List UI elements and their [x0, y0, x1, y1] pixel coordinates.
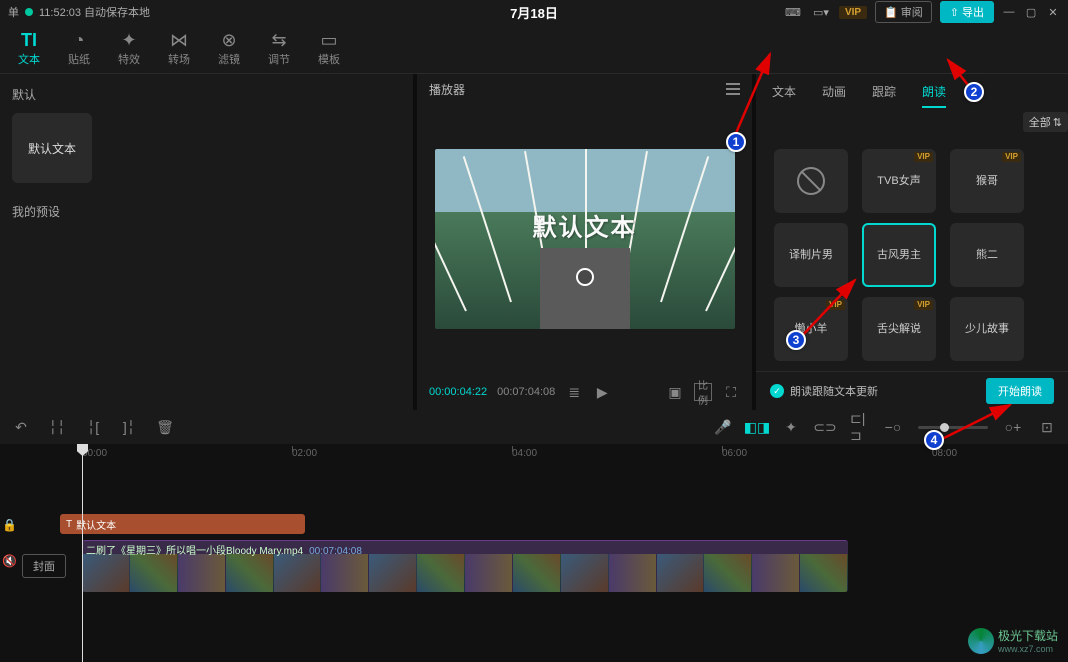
voice-narrator[interactable]: VIP舌尖解说 [862, 297, 936, 361]
default-section-label: 默认 [12, 86, 401, 103]
video-clip[interactable]: 二刷了《星期三》所以唱一小段Bloody Mary.mp400:07:04:08 [82, 540, 848, 592]
delete-icon[interactable]: 🗑 [156, 418, 174, 436]
maximize-icon[interactable]: ▢ [1024, 5, 1038, 19]
duration: 00:07:04:08 [497, 386, 555, 398]
player-controls: 00:00:04:22 00:07:04:08 ≣ ▶ ▣ 比例 ⛶ [417, 374, 752, 410]
player-menu-icon[interactable] [726, 83, 740, 95]
tab-read-aloud[interactable]: 朗读 [922, 83, 946, 100]
asset-toolbar: TI文本 ◔贴纸 ✦特效 ⋈转场 ⊗滤镜 ⇆调节 ▭模板 [0, 24, 1068, 74]
follow-text-checkbox[interactable]: ✓ 朗读跟随文本更新 [770, 383, 878, 399]
export-button[interactable]: ⇧ 导出 [940, 1, 994, 23]
check-icon: ✓ [770, 384, 784, 398]
annotation-1: 1 [726, 132, 746, 152]
filter-icon: ⇅ [1053, 116, 1062, 129]
voice-bear2[interactable]: 熊二 [950, 223, 1024, 287]
voice-ancient-male[interactable]: 古风男主 [862, 223, 936, 287]
undo-icon[interactable]: ↶ [12, 418, 30, 436]
player-viewport[interactable]: 默认文本 [417, 104, 752, 374]
layout-icon[interactable]: ▭▾ [811, 4, 831, 20]
timeline-ruler[interactable]: 00:00 02:00 04:00 06:00 08:00 [0, 444, 1068, 468]
zoom-in-icon[interactable]: ○+ [1004, 418, 1022, 436]
default-text-preset[interactable]: 默认文本 [12, 113, 92, 183]
ruler-tick: 02:00 [292, 448, 317, 459]
text-clip-icon: T [66, 519, 72, 530]
snapshot-icon[interactable]: ▣ [666, 383, 684, 401]
player-panel: 播放器 默认文本 00:00:04:22 00: [417, 74, 752, 410]
autosave-label: 11:52:03 自动保存本地 [39, 4, 150, 20]
vip-tag-icon: VIP [914, 152, 933, 162]
inspector-tabs: 文本 动画 跟踪 朗读 [756, 74, 1068, 109]
watermark-logo-icon [968, 628, 994, 654]
play-button[interactable]: ▶ [593, 383, 611, 401]
vip-tag-icon: VIP [914, 300, 933, 310]
vip-tag-icon: VIP [826, 300, 845, 310]
inspector-panel: 文本 动画 跟踪 朗读 全部 ⇅ VIPTVB女声 VIP猴哥 译制片男 古风男… [756, 74, 1068, 410]
annotation-4: 4 [924, 430, 944, 450]
link-icon[interactable]: ⊂⊃ [816, 418, 834, 436]
player-title: 播放器 [429, 81, 465, 98]
tab-animation[interactable]: 动画 [822, 83, 846, 100]
tab-transition[interactable]: ⋈转场 [154, 24, 204, 74]
voice-tvb-female[interactable]: VIPTVB女声 [862, 149, 936, 213]
tab-effects[interactable]: ✦特效 [104, 24, 154, 74]
watermark: 极光下载站www.xz7.com [968, 627, 1058, 654]
fullscreen-icon[interactable]: ⛶ [722, 383, 740, 401]
lock-track-icon[interactable]: 🔒 [2, 518, 17, 532]
annotation-3: 3 [786, 330, 806, 350]
ruler-tick: 04:00 [512, 448, 537, 459]
voice-none[interactable] [774, 149, 848, 213]
keyboard-icon[interactable]: ⌨ [783, 4, 803, 20]
cover-button[interactable]: 封面 [22, 554, 66, 578]
ruler-tick: 06:00 [722, 448, 747, 459]
voice-monkey[interactable]: VIP猴哥 [950, 149, 1024, 213]
mute-track-icon[interactable]: 🔇 [2, 554, 17, 568]
rotate-handle-icon[interactable] [576, 268, 594, 286]
zoom-slider[interactable] [918, 426, 988, 429]
annotation-2: 2 [964, 82, 984, 102]
autosave-indicator-icon [25, 8, 33, 16]
voice-kids-story[interactable]: 少儿故事 [950, 297, 1024, 361]
tab-sticker[interactable]: ◔贴纸 [54, 24, 104, 74]
my-presets-label: 我的预设 [12, 203, 401, 220]
review-button[interactable]: 📋 审阅 [875, 1, 932, 23]
split-left-icon[interactable]: ╎[ [84, 418, 102, 436]
title-bar: 单 11:52:03 自动保存本地 7月18日 ⌨ ▭▾ VIP 📋 审阅 ⇧ … [0, 0, 1068, 24]
fit-icon[interactable]: ⊡ [1038, 418, 1056, 436]
menu-button[interactable]: 单 [8, 4, 19, 20]
close-icon[interactable]: ✕ [1046, 5, 1060, 19]
volume-waveform-icon[interactable]: ≣ [565, 383, 583, 401]
snap-auto-icon[interactable]: ◧◨ [748, 418, 766, 436]
split-icon[interactable]: ╎╎ [48, 418, 66, 436]
text-clip[interactable]: T 默认文本 [60, 514, 305, 534]
timeline-toolbar: ↶ ╎╎ ╎[ ]╎ 🗑 🎤 ◧◨ ✦ ⊂⊃ ⊏|⊐ −○ ○+ ⊡ [0, 410, 1068, 444]
vip-badge[interactable]: VIP [839, 6, 867, 19]
tab-text[interactable]: TI文本 [4, 24, 54, 74]
tab-text-props[interactable]: 文本 [772, 83, 796, 100]
playhead[interactable] [82, 444, 83, 662]
tab-template[interactable]: ▭模板 [304, 24, 354, 74]
timeline[interactable]: 00:00 02:00 04:00 06:00 08:00 🔒 T 默认文本 🔇… [0, 444, 1068, 662]
current-time: 00:00:04:22 [429, 386, 487, 398]
preview-icon[interactable]: ✦ [782, 418, 800, 436]
split-right-icon[interactable]: ]╎ [120, 418, 138, 436]
zoom-out-icon[interactable]: −○ [884, 418, 902, 436]
vip-tag-icon: VIP [1002, 152, 1021, 162]
minimize-icon[interactable]: — [1002, 5, 1016, 19]
tab-adjust[interactable]: ⇆调节 [254, 24, 304, 74]
ratio-button[interactable]: 比例 [694, 383, 712, 401]
project-title: 7月18日 [359, 3, 710, 22]
mic-icon[interactable]: 🎤 [714, 418, 732, 436]
voice-lazy-sheep[interactable]: VIP懒小羊 [774, 297, 848, 361]
voice-dubbed-male[interactable]: 译制片男 [774, 223, 848, 287]
video-preview: 默认文本 [435, 149, 735, 329]
tab-filter[interactable]: ⊗滤镜 [204, 24, 254, 74]
filter-all-button[interactable]: 全部 ⇅ [1023, 112, 1068, 132]
overlay-text[interactable]: 默认文本 [533, 207, 637, 242]
start-read-button[interactable]: 开始朗读 [986, 378, 1054, 404]
tab-tracking[interactable]: 跟踪 [872, 83, 896, 100]
align-icon[interactable]: ⊏|⊐ [850, 418, 868, 436]
asset-panel: 默认 默认文本 我的预设 [0, 74, 413, 410]
